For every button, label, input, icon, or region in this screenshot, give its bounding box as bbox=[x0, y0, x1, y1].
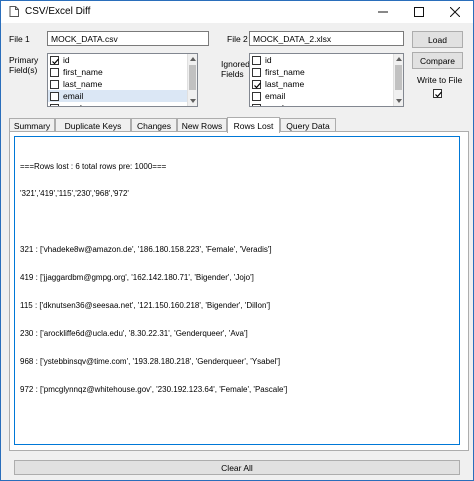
primary-field-checkbox[interactable] bbox=[50, 91, 59, 101]
tab-new-rows[interactable]: New Rows bbox=[177, 118, 227, 132]
ignored-field-item-label: email bbox=[265, 91, 286, 101]
primary-field-item-first-name[interactable]: first_name bbox=[48, 66, 197, 78]
output-line: 968 : ['ystebbinsqv@time.com', '193.28.1… bbox=[20, 356, 281, 366]
file2-label: File 2 bbox=[227, 34, 248, 44]
output-line: 115 : ['dknutsen36@seesaa.net', '121.150… bbox=[20, 301, 271, 311]
scroll-thumb[interactable] bbox=[189, 65, 196, 90]
ignored-field-checkbox[interactable] bbox=[252, 67, 261, 77]
app-icon bbox=[9, 6, 19, 17]
scroll-up-icon[interactable] bbox=[396, 57, 402, 61]
tab-query-data[interactable]: Query Data bbox=[280, 118, 336, 132]
primary-field-checkbox[interactable] bbox=[50, 103, 59, 106]
output-line: ===Rows lost : 6 total rows pre: 1000=== bbox=[20, 161, 167, 171]
ignored-field-item-email[interactable]: email bbox=[250, 90, 403, 102]
primary-fields-list[interactable]: id first_name last_nameemail gender bbox=[47, 53, 198, 107]
file2-field[interactable]: MOCK_DATA_2.xlsx bbox=[249, 31, 404, 46]
check-icon bbox=[435, 91, 442, 98]
scroll-down-icon[interactable] bbox=[396, 99, 402, 103]
ignored-field-item-label: last_name bbox=[265, 79, 305, 89]
load-button[interactable]: Load bbox=[412, 31, 463, 48]
ignored-field-item-label: gender bbox=[265, 103, 291, 106]
primary-field-checkbox[interactable] bbox=[50, 67, 59, 77]
output-line: 230 : ['arockliffe6d@ucla.edu', '8.30.22… bbox=[20, 328, 248, 338]
file1-label: File 1 bbox=[9, 34, 30, 44]
check-icon bbox=[254, 82, 261, 88]
primary-field-item-label: last_name bbox=[63, 79, 103, 89]
tab-duplicate-keys[interactable]: Duplicate Keys bbox=[55, 118, 131, 132]
ignored-field-checkbox[interactable] bbox=[252, 91, 261, 101]
primary-field-item-gender[interactable]: gender bbox=[48, 102, 197, 106]
output-line: '321','419','115','230','968','972' bbox=[20, 189, 129, 199]
scroll-up-icon[interactable] bbox=[190, 57, 196, 61]
output-line: 419 : ['jjaggardbm@gmpg.org', '162.142.1… bbox=[20, 273, 254, 283]
ignored-field-item-label: id bbox=[265, 55, 272, 65]
primary-fields-label: Primary Field(s) bbox=[9, 55, 39, 75]
primary-field-item-label: id bbox=[63, 55, 70, 65]
scroll-down-icon[interactable] bbox=[190, 99, 196, 103]
ignored-field-checkbox[interactable] bbox=[252, 55, 261, 65]
title-bar[interactable]: CSV/Excel Diff bbox=[1, 1, 473, 23]
ignored-field-item-first-name[interactable]: first_name bbox=[250, 66, 403, 78]
primary-field-item-label: first_name bbox=[63, 67, 103, 77]
maximize-icon[interactable] bbox=[401, 1, 437, 23]
ignored-field-item-label: first_name bbox=[265, 67, 305, 77]
tab-rows-lost[interactable]: Rows Lost bbox=[227, 117, 280, 133]
output-line: 321 : ['vhadeke8w@amazon.de', '186.180.1… bbox=[20, 245, 272, 255]
minimize-icon[interactable] bbox=[365, 1, 401, 23]
write-to-file-label: Write to File bbox=[417, 75, 463, 85]
primary-fields-scrollbar[interactable] bbox=[187, 54, 197, 106]
ignored-fields-label: Ignored Fields bbox=[221, 59, 250, 79]
primary-field-checkbox[interactable] bbox=[50, 55, 59, 65]
ignored-field-item-gender[interactable]: gender bbox=[250, 102, 403, 106]
primary-field-item-id[interactable]: id bbox=[48, 54, 197, 66]
compare-button[interactable]: Compare bbox=[412, 52, 463, 69]
tab-summary[interactable]: Summary bbox=[9, 118, 55, 132]
window-title: CSV/Excel Diff bbox=[25, 6, 91, 17]
ignored-field-item-last-name[interactable]: last_name bbox=[250, 78, 403, 90]
ignored-fields-scrollbar[interactable] bbox=[393, 54, 403, 106]
file1-field[interactable]: MOCK_DATA.csv bbox=[47, 31, 209, 46]
ignored-field-checkbox[interactable] bbox=[252, 79, 261, 89]
primary-field-item-label: gender bbox=[63, 103, 89, 106]
clear-all-button[interactable]: Clear All bbox=[14, 460, 460, 475]
ignored-fields-list[interactable]: id first_name last_nameemail gender bbox=[249, 53, 404, 107]
write-to-file-checkbox[interactable] bbox=[433, 89, 442, 98]
close-icon[interactable] bbox=[437, 1, 473, 23]
check-icon bbox=[52, 58, 59, 64]
output-textbox[interactable]: ===Rows lost : 6 total rows pre: 1000===… bbox=[14, 136, 460, 445]
app-window: CSV/Excel Diff File 1 MOCK_DATA.csv File… bbox=[0, 0, 474, 481]
primary-field-item-email[interactable]: email bbox=[48, 90, 197, 102]
ignored-field-checkbox[interactable] bbox=[252, 103, 261, 106]
ignored-field-item-id[interactable]: id bbox=[250, 54, 403, 66]
primary-field-item-label: email bbox=[63, 91, 84, 101]
primary-field-checkbox[interactable] bbox=[50, 79, 59, 89]
tab-changes[interactable]: Changes bbox=[131, 118, 177, 132]
scroll-thumb[interactable] bbox=[395, 65, 402, 90]
output-line: 972 : ['pmcglynnqz@whitehouse.gov', '230… bbox=[20, 384, 288, 394]
primary-field-item-last-name[interactable]: last_name bbox=[48, 78, 197, 90]
